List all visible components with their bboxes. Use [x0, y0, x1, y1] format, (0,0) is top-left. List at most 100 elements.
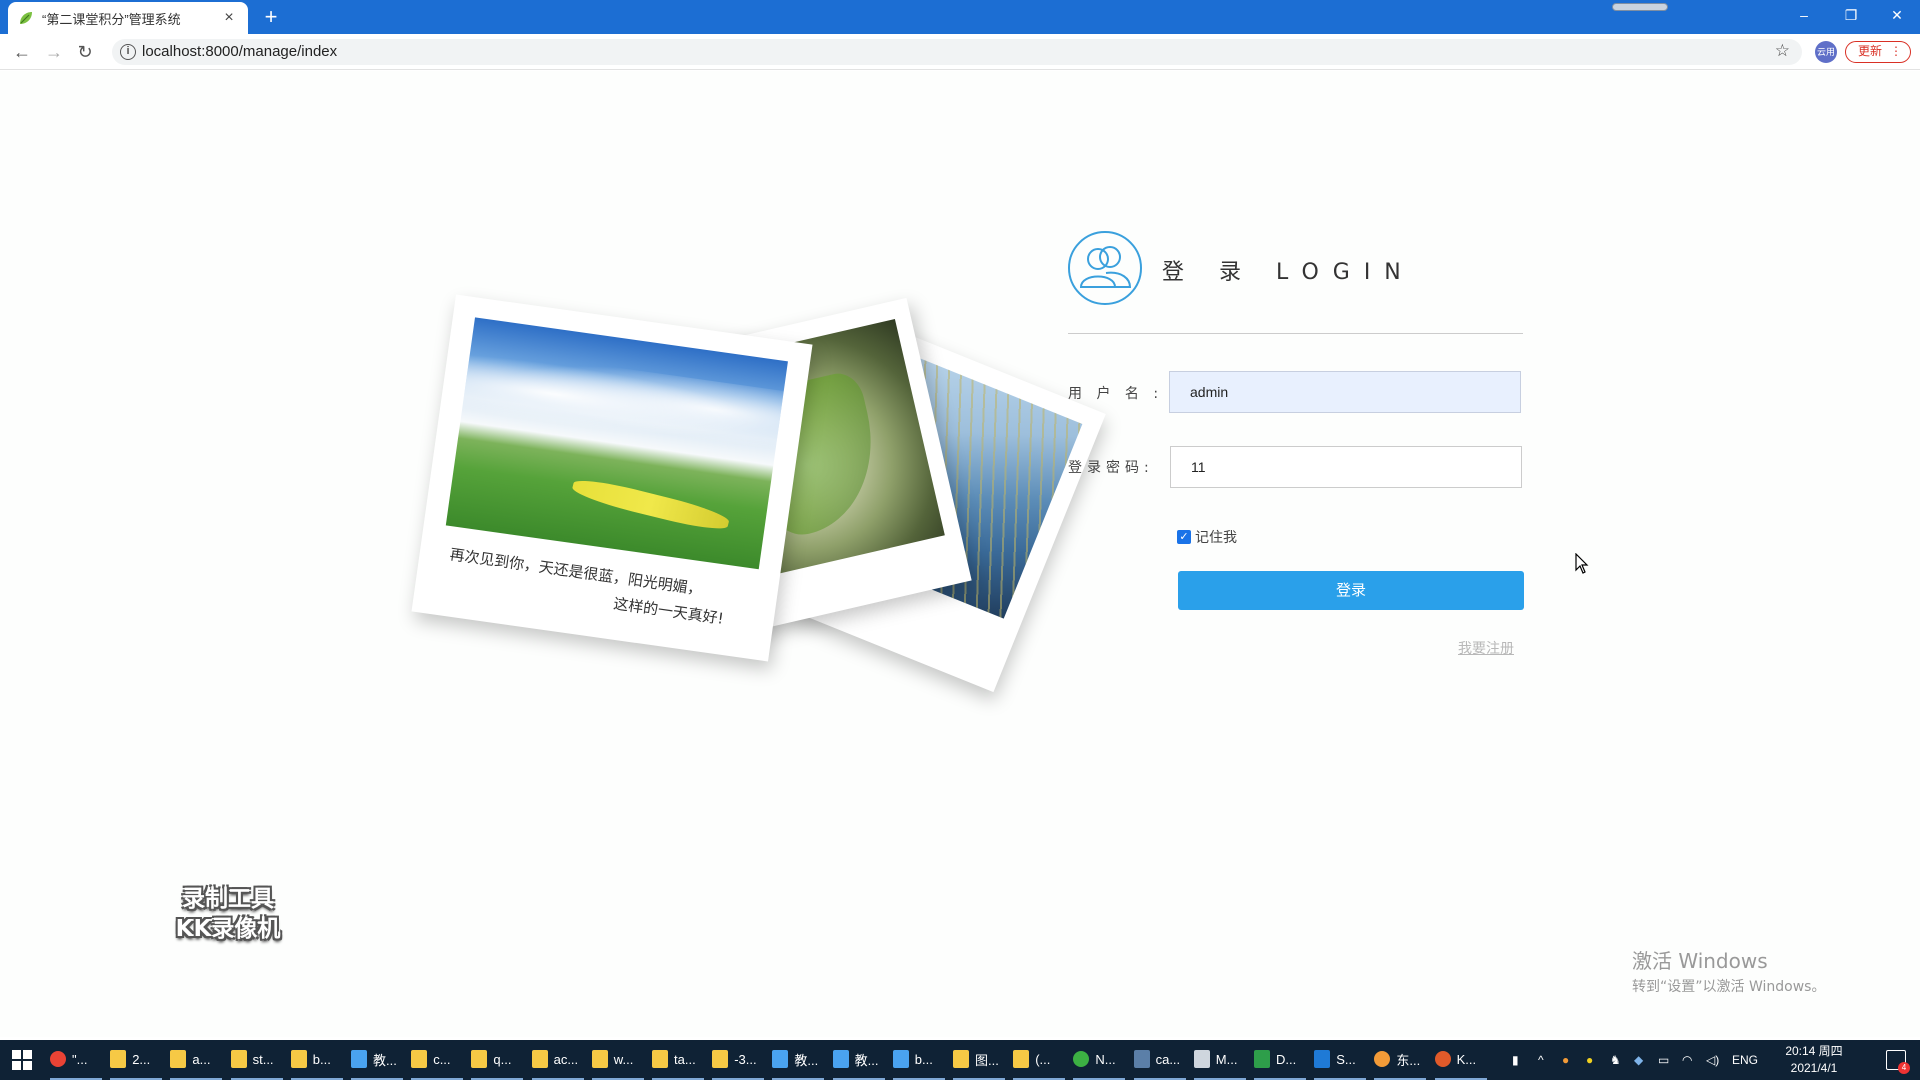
taskbar-item[interactable]: S...: [1314, 1040, 1367, 1080]
taskbar-item[interactable]: D...: [1254, 1040, 1306, 1080]
qq-icon[interactable]: ♞: [1610, 1040, 1621, 1080]
folder-icon: [411, 1050, 428, 1068]
taskbar-item-label: c...: [433, 1051, 451, 1067]
taskbar-item-label: 教...: [854, 1052, 879, 1068]
taskbar-item[interactable]: ca...: [1133, 1040, 1186, 1080]
taskbar-item[interactable]: (...: [1013, 1040, 1066, 1080]
taskbar-item[interactable]: st...: [230, 1040, 283, 1080]
taskbar-item-label: w...: [613, 1051, 634, 1067]
leaf-favicon-icon: [20, 12, 32, 24]
taskbar-item-label: b...: [914, 1051, 933, 1067]
back-arrow-icon[interactable]: ←: [10, 40, 34, 64]
taskbar-item-label: ta...: [674, 1051, 696, 1067]
calculator-icon: [1133, 1050, 1150, 1068]
folder-icon: [230, 1050, 247, 1068]
taskbar-item[interactable]: ac...: [531, 1040, 584, 1080]
taskbar-item[interactable]: a...: [170, 1040, 223, 1080]
folder-icon: [110, 1050, 127, 1068]
folder-icon: [591, 1050, 608, 1068]
restore-button[interactable]: ❐: [1828, 0, 1874, 30]
language-indicator[interactable]: ENG: [1732, 1040, 1758, 1080]
tab-close-icon[interactable]: ×: [220, 9, 238, 27]
register-link[interactable]: 我要注册: [1458, 638, 1514, 658]
taskbar-item-label: 2...: [132, 1051, 151, 1067]
new-tab-button[interactable]: +: [258, 4, 284, 30]
taskbar-item[interactable]: "...: [50, 1040, 102, 1080]
network-adapter-icon[interactable]: ▭: [1658, 1040, 1669, 1080]
cube-icon: [351, 1050, 367, 1068]
activate-line-1: 激活 Windows: [1632, 949, 1768, 973]
profile-avatar[interactable]: 云用: [1815, 41, 1837, 63]
taskbar-item-label: a...: [192, 1051, 211, 1067]
folder-icon: [953, 1050, 969, 1068]
folder-icon: [170, 1050, 187, 1068]
taskbar-item[interactable]: b...: [892, 1040, 945, 1080]
volume-icon[interactable]: ◁): [1706, 1040, 1719, 1080]
cube-icon: [892, 1050, 909, 1068]
remember-label: 记住我: [1195, 530, 1237, 546]
cube-icon: [772, 1050, 789, 1068]
tray-app-icon-2[interactable]: ●: [1586, 1040, 1593, 1080]
windows-start-icon[interactable]: [12, 1050, 32, 1070]
update-button[interactable]: 更新 ⋮: [1845, 41, 1911, 63]
chat-icon: [1374, 1051, 1391, 1067]
taskbar-item[interactable]: K...: [1434, 1040, 1487, 1080]
taskbar-item-label: 东...: [1396, 1052, 1421, 1068]
tab-title: “第二课堂积分”管理系统: [42, 11, 181, 27]
tray-expand-icon[interactable]: ^: [1538, 1040, 1544, 1080]
taskbar-item[interactable]: 教...: [832, 1040, 885, 1080]
taskbar-item[interactable]: 教...: [351, 1040, 403, 1080]
taskbar-item-label: (...: [1035, 1051, 1051, 1067]
taskbar-item[interactable]: q...: [471, 1040, 524, 1080]
reload-icon[interactable]: ↻: [73, 40, 97, 64]
close-window-button[interactable]: ✕: [1874, 0, 1920, 30]
activate-windows-notice: 激活 Windows 转到“设置”以激活 Windows。: [1632, 945, 1825, 996]
taskbar-item[interactable]: w...: [591, 1040, 644, 1080]
tray-app-icon[interactable]: ●: [1562, 1040, 1569, 1080]
taskbar-item[interactable]: 图...: [953, 1040, 1005, 1080]
battery-icon[interactable]: ▮: [1512, 1040, 1519, 1080]
remember-checkbox[interactable]: ✓: [1177, 530, 1191, 544]
pen-icon: [1193, 1050, 1210, 1068]
taskbar-item-label: S...: [1336, 1051, 1356, 1067]
taskbar-item[interactable]: 教...: [772, 1040, 825, 1080]
taskbar-item-label: N...: [1095, 1051, 1116, 1067]
clock[interactable]: 20:14 周四 2021/4/1: [1776, 1043, 1852, 1077]
info-icon[interactable]: i: [120, 44, 136, 60]
password-input[interactable]: [1170, 446, 1522, 488]
login-button[interactable]: 登录: [1178, 571, 1524, 610]
taskbar-item[interactable]: 东...: [1374, 1040, 1427, 1080]
taskbar-item[interactable]: M...: [1193, 1040, 1246, 1080]
folder-icon: [531, 1050, 548, 1068]
photo-landscape: 再次见到你，天还是很蓝，阳光明媚， 这样的一天真好!: [411, 294, 813, 662]
notification-center-icon[interactable]: 4: [1886, 1050, 1910, 1074]
taskbar-item[interactable]: -3...: [712, 1040, 765, 1080]
remember-me[interactable]: ✓ 记住我: [1177, 527, 1237, 547]
taskbar-item-label: 图...: [975, 1052, 999, 1068]
bookmark-star-icon[interactable]: ☆: [1775, 41, 1790, 61]
shield-icon[interactable]: ◆: [1634, 1040, 1643, 1080]
wifi-icon[interactable]: ◠: [1682, 1040, 1692, 1080]
taskbar-item[interactable]: N...: [1073, 1040, 1126, 1080]
forward-arrow-icon[interactable]: →: [42, 40, 66, 64]
taskbar-item-label: ac...: [553, 1051, 579, 1067]
document-icon: [1254, 1050, 1270, 1068]
username-input[interactable]: [1169, 371, 1521, 413]
browser-tab[interactable]: “第二课堂积分”管理系统 ×: [8, 2, 248, 34]
address-bar[interactable]: i localhost:8000/manage/index ☆: [112, 39, 1802, 65]
recorder-watermark: 录制工具 KK录像机: [160, 884, 296, 944]
taskbar-item[interactable]: b...: [290, 1040, 343, 1080]
minimize-button[interactable]: –: [1781, 0, 1827, 30]
taskbar-item[interactable]: c...: [411, 1040, 464, 1080]
notification-badge: 4: [1898, 1062, 1910, 1074]
folder-icon: [652, 1050, 668, 1068]
update-label: 更新: [1858, 44, 1883, 58]
more-menu-icon[interactable]: ⋮: [1890, 42, 1902, 61]
recorder-line-1: 录制工具: [182, 886, 274, 912]
taskbar-item[interactable]: 2...: [110, 1040, 163, 1080]
mouse-cursor-icon: [1575, 553, 1589, 574]
url-text[interactable]: localhost:8000/manage/index: [142, 43, 337, 60]
browser-toolbar: ← → ↻ i localhost:8000/manage/index ☆ 云用…: [0, 34, 1920, 70]
taskbar-item[interactable]: ta...: [652, 1040, 704, 1080]
taskbar-item-label: "...: [72, 1051, 88, 1067]
